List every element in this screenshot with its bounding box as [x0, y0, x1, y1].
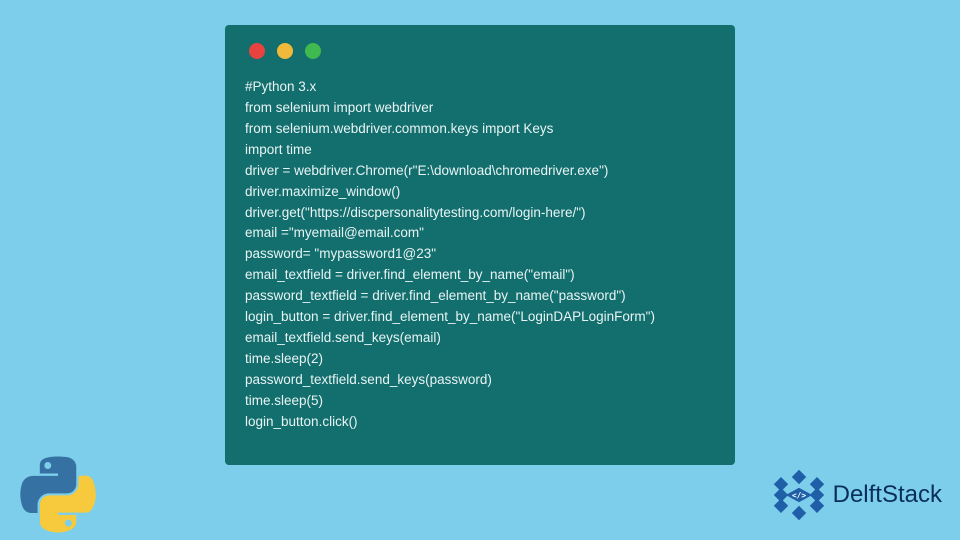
delftstack-brand: </> DelftStack — [769, 465, 942, 525]
code-content: #Python 3.x from selenium import webdriv… — [245, 77, 715, 433]
maximize-icon — [305, 43, 321, 59]
traffic-lights — [249, 43, 715, 59]
minimize-icon — [277, 43, 293, 59]
brand-name: DelftStack — [833, 481, 942, 509]
svg-text:</>: </> — [792, 491, 806, 500]
code-window: #Python 3.x from selenium import webdriv… — [225, 25, 735, 465]
close-icon — [249, 43, 265, 59]
python-logo-icon — [18, 455, 98, 535]
delftstack-logo-icon: </> — [769, 465, 829, 525]
